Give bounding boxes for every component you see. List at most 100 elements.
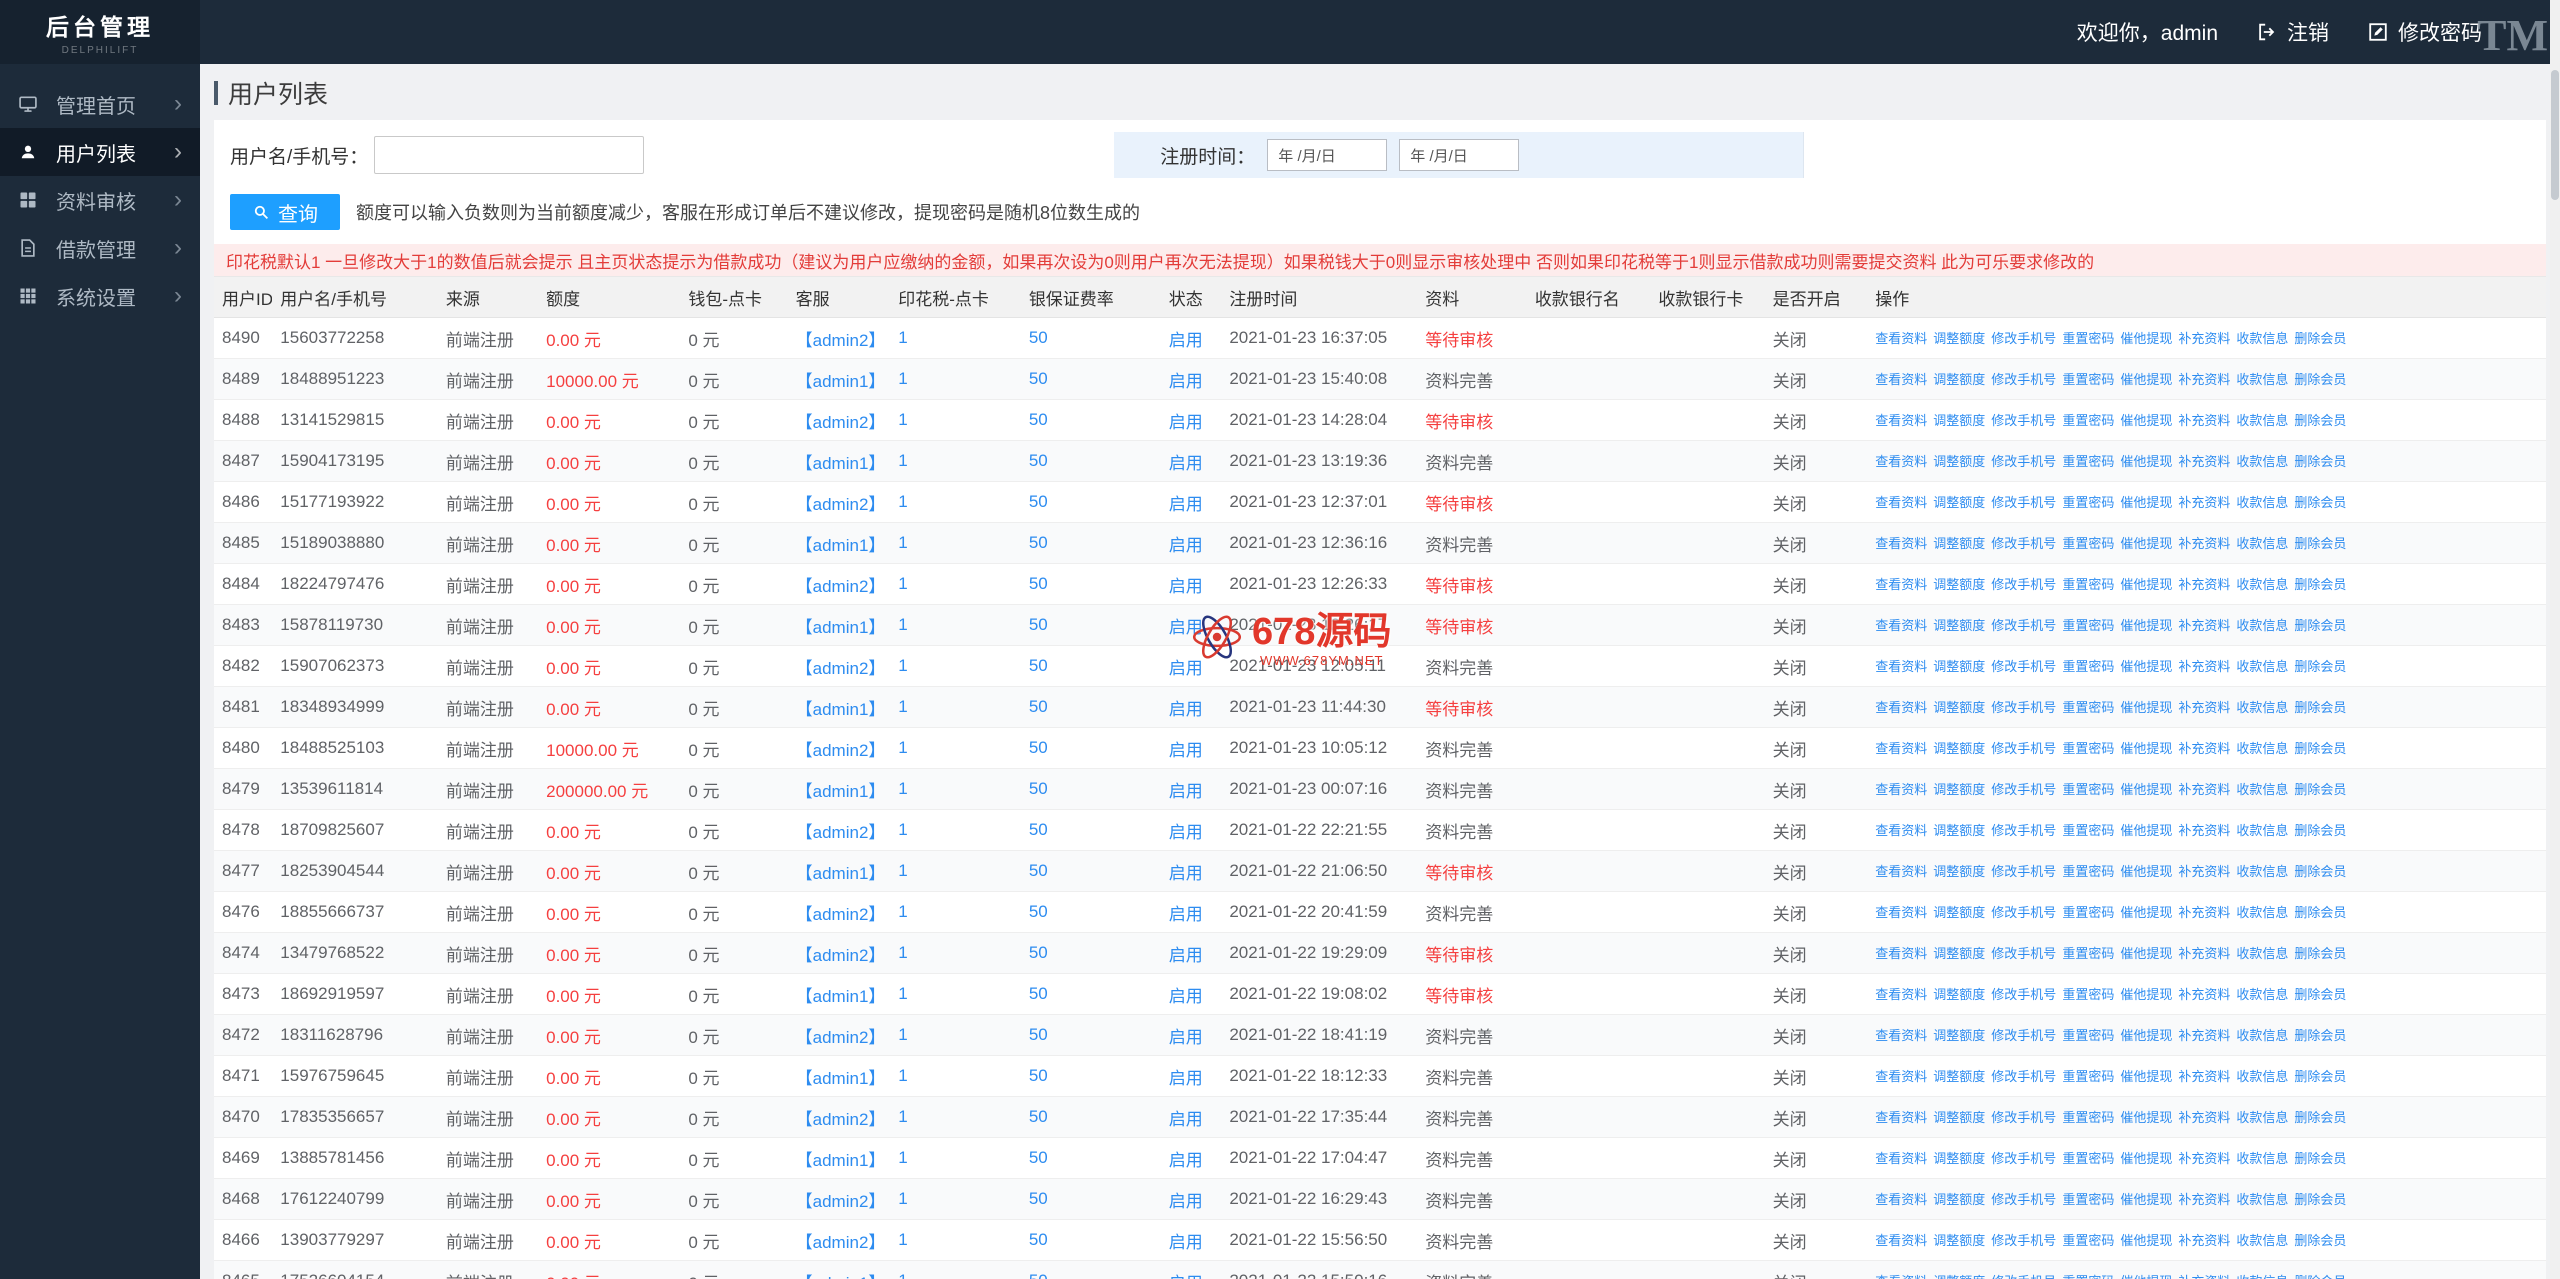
action-adjust-quota[interactable]: 调整额度 — [1933, 1274, 1985, 1279]
action-supplement-profile[interactable]: 补充资料 — [2178, 331, 2230, 346]
sidebar-item-users[interactable]: 用户列表 › — [0, 128, 200, 176]
action-change-phone[interactable]: 修改手机号 — [1991, 1233, 2056, 1248]
action-urge-withdraw[interactable]: 催他提现 — [2120, 659, 2172, 674]
action-reset-password[interactable]: 重置密码 — [2062, 823, 2114, 838]
action-view-profile[interactable]: 查看资料 — [1875, 782, 1927, 797]
cell-status[interactable]: 启用 — [1160, 481, 1222, 523]
sidebar-item-home[interactable]: 管理首页 › — [0, 80, 200, 128]
cell-stamp-tax[interactable]: 1 — [890, 1137, 1021, 1179]
action-delete-member[interactable]: 删除会员 — [2294, 372, 2346, 387]
action-adjust-quota[interactable]: 调整额度 — [1933, 1192, 1985, 1207]
action-change-phone[interactable]: 修改手机号 — [1991, 1069, 2056, 1084]
action-reset-password[interactable]: 重置密码 — [2062, 1110, 2114, 1125]
cell-stamp-tax[interactable]: 1 — [890, 522, 1021, 564]
action-adjust-quota[interactable]: 调整额度 — [1933, 372, 1985, 387]
action-reset-password[interactable]: 重置密码 — [2062, 946, 2114, 961]
scrollbar[interactable] — [2550, 0, 2560, 1279]
cell-guarantee-rate[interactable]: 50 — [1020, 973, 1161, 1015]
action-view-profile[interactable]: 查看资料 — [1875, 700, 1927, 715]
action-change-phone[interactable]: 修改手机号 — [1991, 741, 2056, 756]
action-supplement-profile[interactable]: 补充资料 — [2178, 700, 2230, 715]
action-change-phone[interactable]: 修改手机号 — [1991, 1151, 2056, 1166]
action-supplement-profile[interactable]: 补充资料 — [2178, 1192, 2230, 1207]
cell-agent[interactable]: 【admin2】 — [787, 563, 891, 605]
action-payment-info[interactable]: 收款信息 — [2236, 659, 2288, 674]
action-supplement-profile[interactable]: 补充资料 — [2178, 454, 2230, 469]
action-adjust-quota[interactable]: 调整额度 — [1933, 946, 1985, 961]
cell-status[interactable]: 启用 — [1160, 440, 1222, 482]
username-input[interactable] — [374, 136, 645, 174]
action-payment-info[interactable]: 收款信息 — [2236, 946, 2288, 961]
cell-guarantee-rate[interactable]: 50 — [1020, 1055, 1161, 1097]
sidebar-item-settings[interactable]: 系统设置 › — [0, 272, 200, 320]
cell-agent[interactable]: 【admin1】 — [787, 604, 891, 646]
cell-guarantee-rate[interactable]: 50 — [1020, 1178, 1161, 1220]
cell-stamp-tax[interactable]: 1 — [890, 1219, 1021, 1261]
action-change-phone[interactable]: 修改手机号 — [1991, 905, 2056, 920]
action-supplement-profile[interactable]: 补充资料 — [2178, 946, 2230, 961]
cell-agent[interactable]: 【admin2】 — [787, 317, 891, 359]
cell-guarantee-rate[interactable]: 50 — [1020, 809, 1161, 851]
cell-status[interactable]: 启用 — [1160, 686, 1222, 728]
cell-stamp-tax[interactable]: 1 — [890, 358, 1021, 400]
action-delete-member[interactable]: 删除会员 — [2294, 864, 2346, 879]
cell-guarantee-rate[interactable]: 50 — [1020, 522, 1161, 564]
cell-agent[interactable]: 【admin1】 — [787, 440, 891, 482]
action-view-profile[interactable]: 查看资料 — [1875, 536, 1927, 551]
cell-guarantee-rate[interactable]: 50 — [1020, 727, 1161, 769]
action-urge-withdraw[interactable]: 催他提现 — [2120, 536, 2172, 551]
action-reset-password[interactable]: 重置密码 — [2062, 413, 2114, 428]
cell-guarantee-rate[interactable]: 50 — [1020, 1137, 1161, 1179]
action-supplement-profile[interactable]: 补充资料 — [2178, 536, 2230, 551]
action-adjust-quota[interactable]: 调整额度 — [1933, 1233, 1985, 1248]
cell-agent[interactable]: 【admin2】 — [787, 481, 891, 523]
action-reset-password[interactable]: 重置密码 — [2062, 864, 2114, 879]
cell-agent[interactable]: 【admin1】 — [787, 850, 891, 892]
action-adjust-quota[interactable]: 调整额度 — [1933, 454, 1985, 469]
cell-status[interactable]: 启用 — [1160, 1219, 1222, 1261]
action-view-profile[interactable]: 查看资料 — [1875, 495, 1927, 510]
action-payment-info[interactable]: 收款信息 — [2236, 618, 2288, 633]
action-urge-withdraw[interactable]: 催他提现 — [2120, 413, 2172, 428]
action-delete-member[interactable]: 删除会员 — [2294, 1151, 2346, 1166]
action-payment-info[interactable]: 收款信息 — [2236, 331, 2288, 346]
action-view-profile[interactable]: 查看资料 — [1875, 905, 1927, 920]
action-view-profile[interactable]: 查看资料 — [1875, 1110, 1927, 1125]
cell-agent[interactable]: 【admin2】 — [787, 399, 891, 441]
action-delete-member[interactable]: 删除会员 — [2294, 946, 2346, 961]
action-supplement-profile[interactable]: 补充资料 — [2178, 618, 2230, 633]
action-delete-member[interactable]: 删除会员 — [2294, 823, 2346, 838]
action-adjust-quota[interactable]: 调整额度 — [1933, 1028, 1985, 1043]
cell-stamp-tax[interactable]: 1 — [890, 727, 1021, 769]
action-view-profile[interactable]: 查看资料 — [1875, 987, 1927, 1002]
cell-stamp-tax[interactable]: 1 — [890, 809, 1021, 851]
action-adjust-quota[interactable]: 调整额度 — [1933, 905, 1985, 920]
action-view-profile[interactable]: 查看资料 — [1875, 1192, 1927, 1207]
action-change-phone[interactable]: 修改手机号 — [1991, 864, 2056, 879]
action-urge-withdraw[interactable]: 催他提现 — [2120, 454, 2172, 469]
action-payment-info[interactable]: 收款信息 — [2236, 905, 2288, 920]
action-reset-password[interactable]: 重置密码 — [2062, 1192, 2114, 1207]
action-payment-info[interactable]: 收款信息 — [2236, 1110, 2288, 1125]
action-view-profile[interactable]: 查看资料 — [1875, 618, 1927, 633]
cell-stamp-tax[interactable]: 1 — [890, 481, 1021, 523]
action-supplement-profile[interactable]: 补充资料 — [2178, 1069, 2230, 1084]
cell-stamp-tax[interactable]: 1 — [890, 440, 1021, 482]
cell-guarantee-rate[interactable]: 50 — [1020, 1096, 1161, 1138]
cell-agent[interactable]: 【admin1】 — [787, 686, 891, 728]
cell-stamp-tax[interactable]: 1 — [890, 891, 1021, 933]
cell-guarantee-rate[interactable]: 50 — [1020, 317, 1161, 359]
action-urge-withdraw[interactable]: 催他提现 — [2120, 946, 2172, 961]
sidebar-item-loans[interactable]: 借款管理 › — [0, 224, 200, 272]
cell-stamp-tax[interactable]: 1 — [890, 604, 1021, 646]
cell-stamp-tax[interactable]: 1 — [890, 399, 1021, 441]
action-supplement-profile[interactable]: 补充资料 — [2178, 577, 2230, 592]
action-adjust-quota[interactable]: 调整额度 — [1933, 741, 1985, 756]
action-urge-withdraw[interactable]: 催他提现 — [2120, 1028, 2172, 1043]
action-change-phone[interactable]: 修改手机号 — [1991, 454, 2056, 469]
action-reset-password[interactable]: 重置密码 — [2062, 659, 2114, 674]
action-urge-withdraw[interactable]: 催他提现 — [2120, 618, 2172, 633]
action-reset-password[interactable]: 重置密码 — [2062, 987, 2114, 1002]
cell-stamp-tax[interactable]: 1 — [890, 686, 1021, 728]
action-view-profile[interactable]: 查看资料 — [1875, 331, 1927, 346]
